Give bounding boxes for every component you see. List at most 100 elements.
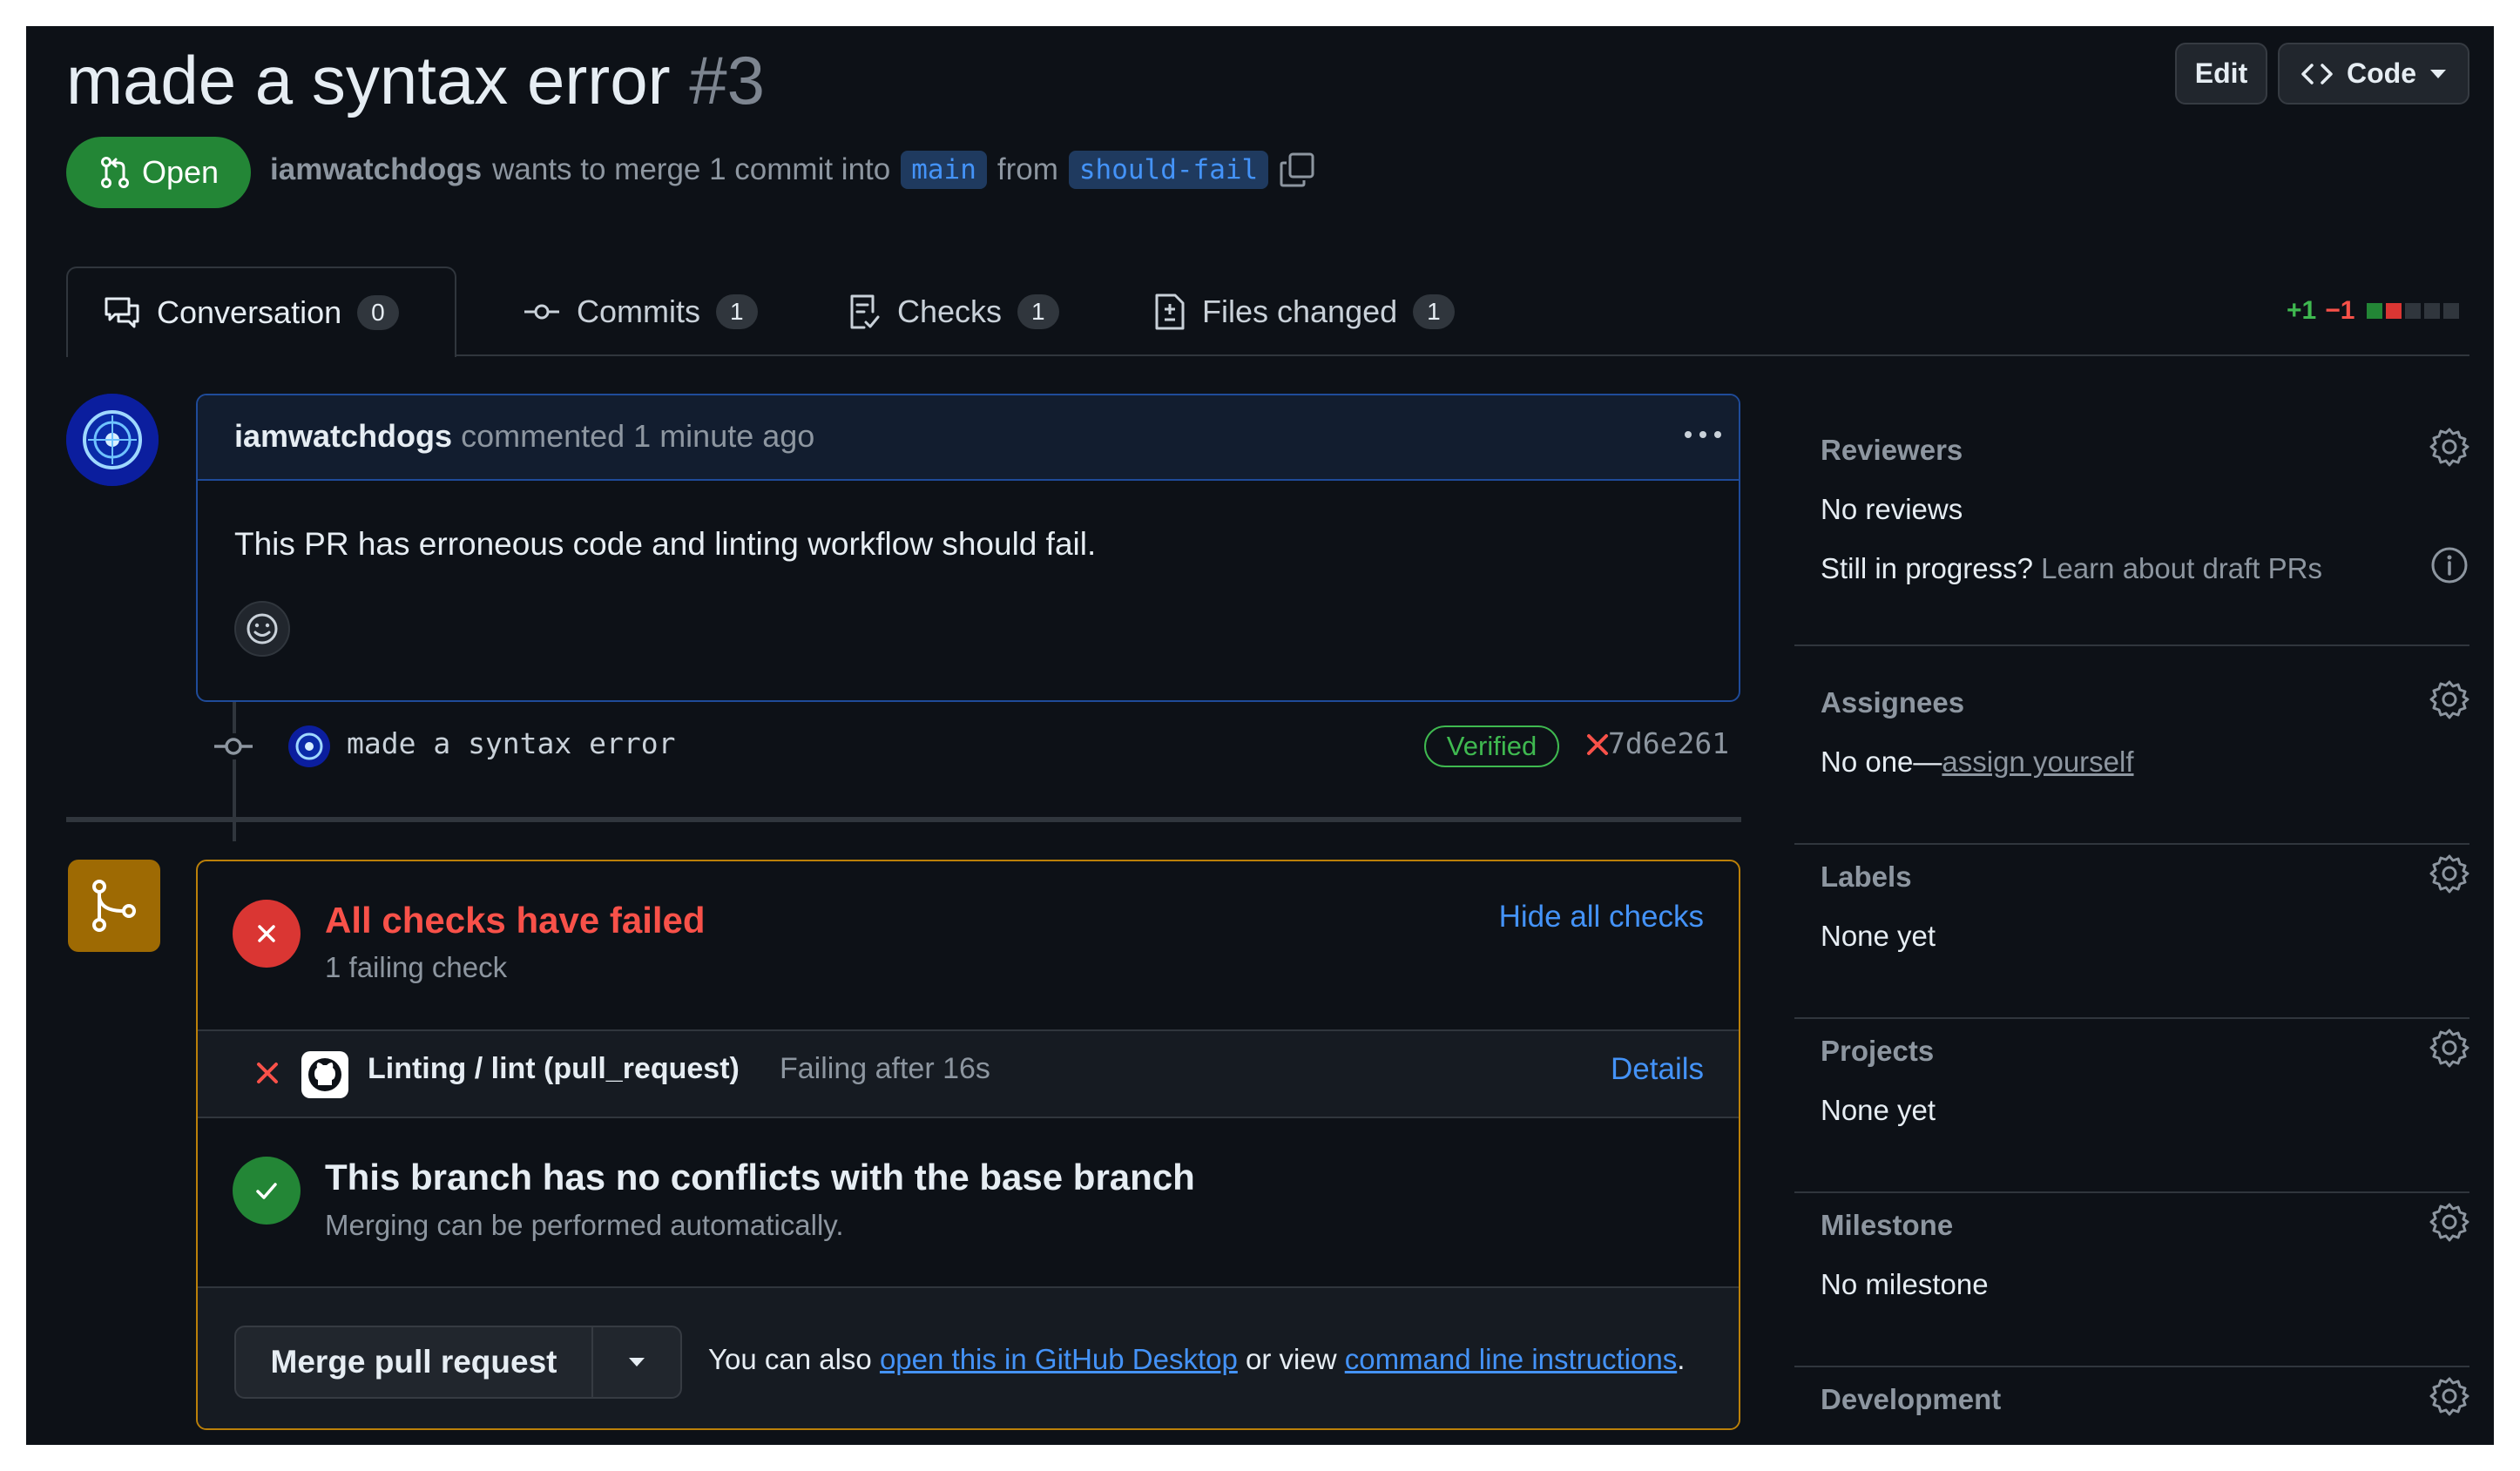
open-desktop-link[interactable]: open this in GitHub Desktop xyxy=(880,1343,1238,1375)
assignees-none: No one— xyxy=(1821,746,1942,778)
conflicts-section: This branch has no conflicts with the ba… xyxy=(198,1118,1739,1288)
merge-box: All checks have failed 1 failing check H… xyxy=(196,860,1740,1430)
draft-link[interactable]: Learn about draft PRs xyxy=(2041,552,2322,584)
tab-checks-count: 1 xyxy=(1017,294,1059,329)
projects-heading: Projects xyxy=(1821,1035,1935,1067)
page-title: made a syntax error #3 xyxy=(66,38,765,122)
code-icon xyxy=(2301,63,2333,84)
gear-icon[interactable] xyxy=(2429,854,2469,894)
merge-summary: iamwatchdogs wants to merge 1 commit int… xyxy=(270,151,1315,189)
tab-files-changed[interactable]: Files changed 1 xyxy=(1153,267,1455,357)
milestone-value: No milestone xyxy=(1821,1268,1989,1300)
sidebar-labels: Labels None yet xyxy=(1794,854,2469,1019)
add-reaction-button[interactable] xyxy=(234,601,290,657)
copy-icon[interactable] xyxy=(1279,152,1315,188)
base-branch[interactable]: main xyxy=(901,151,987,189)
reviewers-value: No reviews xyxy=(1821,493,1963,525)
diffstat: +1 −1 xyxy=(2287,296,2460,326)
draft-question: Still in progress? xyxy=(1821,552,2033,584)
sidebar-reviewers: Reviewers No reviews Still in progress? … xyxy=(1794,428,2469,646)
pr-state-label: Open xyxy=(141,154,220,190)
tab-commits[interactable]: Commits 1 xyxy=(523,267,758,357)
edit-button-label: Edit xyxy=(2194,57,2248,89)
commit-message[interactable]: made a syntax error xyxy=(347,726,676,760)
comment-author[interactable]: iamwatchdogs xyxy=(234,418,452,454)
no-conflicts-title: This branch has no conflicts with the ba… xyxy=(325,1157,1195,1198)
diff-additions: +1 xyxy=(2287,296,2317,325)
timeline-separator xyxy=(66,817,1741,822)
author-link[interactable]: iamwatchdogs xyxy=(270,152,482,187)
tab-checks-label: Checks xyxy=(897,294,1003,329)
verified-badge[interactable]: Verified xyxy=(1424,725,1559,767)
merge-options-dropdown[interactable] xyxy=(593,1327,680,1397)
hide-checks-button[interactable]: Hide all checks xyxy=(1499,900,1704,935)
gear-icon[interactable] xyxy=(2429,1028,2469,1068)
comment-body: This PR has erroneous code and linting w… xyxy=(234,526,1097,562)
check-status: Failing after 16s xyxy=(780,1052,990,1085)
check-details-link[interactable]: Details xyxy=(1611,1052,1704,1087)
gear-icon[interactable] xyxy=(2429,427,2469,467)
milestone-heading: Milestone xyxy=(1821,1209,1954,1241)
checks-title: All checks have failed xyxy=(325,900,706,941)
github-logo-icon xyxy=(301,1051,348,1098)
sidebar-assignees: Assignees No one—assign yourself xyxy=(1794,680,2469,845)
code-button[interactable]: Code xyxy=(2278,43,2469,105)
draft-hint: Still in progress? Learn about draft PRs xyxy=(1821,552,2322,585)
x-icon xyxy=(257,1063,278,1083)
comment-author-line: iamwatchdogs commented 1 minute ago xyxy=(234,418,814,455)
avatar[interactable] xyxy=(66,394,159,486)
pr-title-text: made a syntax error xyxy=(66,42,671,118)
pull-request-page: made a syntax error #3 Edit Code Open ia… xyxy=(26,26,2494,1445)
tab-files-count: 1 xyxy=(1413,294,1455,329)
x-icon[interactable] xyxy=(1585,732,1610,757)
code-button-label: Code xyxy=(2347,57,2416,89)
tab-conversation[interactable]: Conversation 0 xyxy=(66,267,456,357)
avatar-image xyxy=(66,394,159,486)
tab-conversation-count: 0 xyxy=(357,295,399,330)
merge-button-group: Merge pull request xyxy=(234,1326,682,1399)
gear-icon[interactable] xyxy=(2429,1376,2469,1416)
check-row: Linting / lint (pull_request) Failing af… xyxy=(198,1031,1739,1118)
commit-avatar[interactable] xyxy=(287,725,331,768)
comment-card: iamwatchdogs commented 1 minute ago This… xyxy=(196,394,1740,702)
pr-tabs: Conversation 0 Commits 1 Checks 1 Files … xyxy=(66,267,2494,357)
tab-files-label: Files changed xyxy=(1202,294,1398,329)
merge-hint: You can also open this in GitHub Desktop… xyxy=(708,1343,1685,1376)
tab-commits-label: Commits xyxy=(577,294,700,329)
tab-commits-count: 1 xyxy=(716,294,758,329)
pr-state-badge: Open xyxy=(66,137,251,208)
head-branch[interactable]: should-fail xyxy=(1068,151,1269,189)
diff-deletions: −1 xyxy=(2325,296,2355,325)
commit-sha[interactable]: 7d6e261 xyxy=(1608,726,1729,760)
edit-button[interactable]: Edit xyxy=(2175,43,2267,105)
check-status-icon xyxy=(233,1157,301,1225)
comment-meta: commented 1 minute ago xyxy=(461,418,815,454)
file-diff-icon xyxy=(1155,294,1185,330)
hint-suffix: . xyxy=(1677,1343,1686,1375)
comment-header: iamwatchdogs commented 1 minute ago xyxy=(198,395,1739,481)
gear-icon[interactable] xyxy=(2429,1202,2469,1242)
assignees-heading: Assignees xyxy=(1821,686,1965,719)
sidebar-milestone: Milestone No milestone xyxy=(1794,1203,2469,1367)
merge-pull-request-button[interactable]: Merge pull request xyxy=(236,1327,593,1397)
hint-prefix: You can also xyxy=(708,1343,872,1375)
labels-heading: Labels xyxy=(1821,860,1912,893)
info-icon[interactable] xyxy=(2429,545,2469,585)
commit-node-icon xyxy=(213,733,254,759)
command-line-link[interactable]: command line instructions xyxy=(1345,1343,1678,1375)
kebab-horizontal-icon[interactable] xyxy=(1683,428,1723,441)
pull-request-icon xyxy=(100,157,129,188)
assign-yourself-link[interactable]: assign yourself xyxy=(1942,746,2133,778)
smiley-icon xyxy=(247,613,278,644)
checks-subtitle: 1 failing check xyxy=(325,951,508,983)
gear-icon[interactable] xyxy=(2429,679,2469,719)
tab-checks[interactable]: Checks 1 xyxy=(847,267,1059,357)
pr-number: #3 xyxy=(689,42,766,118)
comment-discussion-icon xyxy=(105,297,139,328)
development-heading: Development xyxy=(1821,1383,2002,1415)
tab-conversation-label: Conversation xyxy=(157,294,342,330)
checks-section: All checks have failed 1 failing check H… xyxy=(198,861,1739,1031)
merge-actions: Merge pull request You can also open thi… xyxy=(198,1288,1739,1428)
chevron-down-icon xyxy=(2430,69,2446,78)
reviewers-heading: Reviewers xyxy=(1821,434,1963,466)
